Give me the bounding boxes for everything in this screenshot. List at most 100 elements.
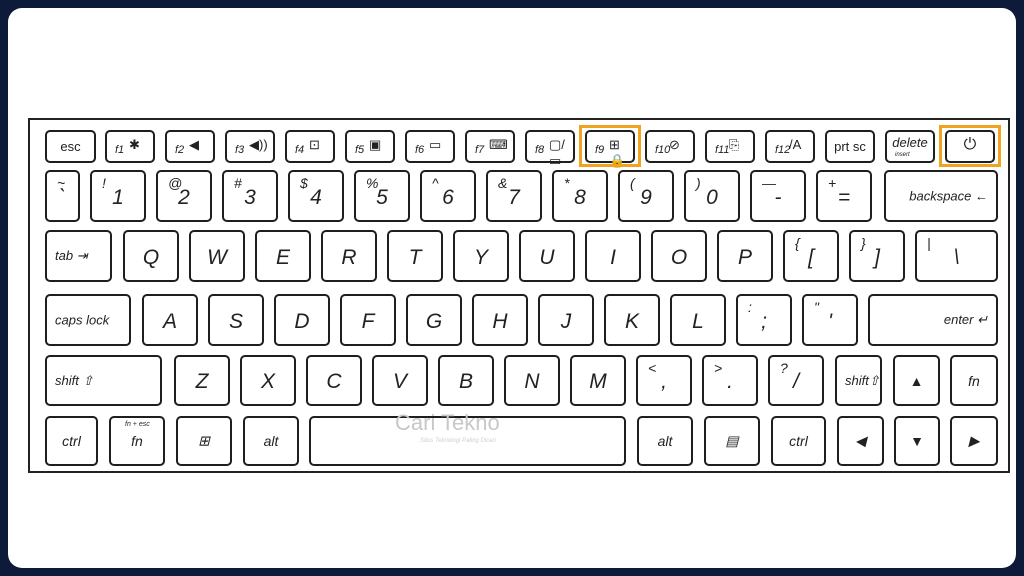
windows-icon[interactable]: ⊞ [176, 416, 232, 466]
key-f3[interactable]: f3 ◀)) [225, 130, 275, 163]
key-k[interactable]: K [604, 294, 660, 346]
key-p[interactable]: P [717, 230, 773, 282]
key-label: 6 [442, 186, 454, 209]
key-backspace[interactable]: backspace ← [884, 170, 998, 222]
key-j[interactable]: J [538, 294, 594, 346]
key-label: - [774, 186, 782, 209]
key-y[interactable]: Y [453, 230, 509, 282]
key-`[interactable]: ` ~ [45, 170, 80, 222]
key-6[interactable]: 6 ^ [420, 170, 476, 222]
key-u[interactable]: U [519, 230, 575, 282]
key-f2[interactable]: f2 ◀ [165, 130, 215, 163]
key-▼[interactable]: ▼ [894, 416, 940, 466]
key-.[interactable]: . > [702, 355, 758, 406]
key-▲[interactable]: ▲ [893, 355, 940, 406]
key-shift-label: # [234, 175, 242, 191]
key-f4[interactable]: f4 ⊡ [285, 130, 335, 163]
key-f10[interactable]: f10 ⊘ [645, 130, 695, 163]
key-delete[interactable]: delete insert [885, 130, 935, 163]
key-f11[interactable]: f11 ⎘ [705, 130, 755, 163]
key-g[interactable]: G [406, 294, 462, 346]
key-d[interactable]: D [274, 294, 330, 346]
key-h[interactable]: H [472, 294, 528, 346]
key-shift[interactable]: shift ⇧ [45, 355, 162, 406]
key-f1[interactable]: f1 ✱ [105, 130, 155, 163]
key-;[interactable]: ;: [736, 294, 792, 346]
key-enter[interactable]: enter ↵ [868, 294, 998, 346]
fn-label: f12 [775, 144, 791, 156]
key-7[interactable]: 7 & [486, 170, 542, 222]
key-0[interactable]: 0) [684, 170, 740, 222]
key-e[interactable]: E [255, 230, 311, 282]
key-c[interactable]: C [306, 355, 362, 406]
key-esc[interactable]: esc [45, 130, 96, 163]
key-q[interactable]: Q [123, 230, 179, 282]
key-shift⇧[interactable]: shift⇧ [835, 355, 882, 406]
key-][interactable]: ]} [849, 230, 905, 282]
key-n[interactable]: N [504, 355, 560, 406]
key-m[interactable]: M [570, 355, 626, 406]
key-i[interactable]: I [585, 230, 641, 282]
key-o[interactable]: O [651, 230, 707, 282]
key-label: enter ↵ [943, 312, 988, 327]
key-/[interactable]: /? [768, 355, 824, 406]
key-◀[interactable]: ◀ [837, 416, 884, 466]
key-'[interactable]: ' " [802, 294, 858, 346]
keyboard-backlight-off-icon: ✱ [129, 137, 140, 152]
key-5[interactable]: 5% [354, 170, 410, 222]
key-1[interactable]: 1! [90, 170, 146, 222]
key-label: Y [473, 246, 488, 269]
key-label: R [341, 246, 357, 269]
key-prt sc[interactable]: prt sc [825, 130, 875, 163]
key-9[interactable]: 9( [618, 170, 674, 222]
key-label: 3 [244, 186, 256, 209]
key-label: shift⇧ [845, 372, 880, 388]
key-f7[interactable]: f7 ⌨ [465, 130, 515, 163]
key-=[interactable]: = + [816, 170, 872, 222]
key-label: K [624, 310, 639, 333]
key-label: 2 [178, 186, 190, 209]
key-2[interactable]: 2 @ [156, 170, 212, 222]
key-label: B [458, 370, 473, 393]
key-f12[interactable]: f12/A [765, 130, 815, 163]
key-[[interactable]: [{ [783, 230, 839, 282]
key-fn[interactable]: fn fn + esc [109, 416, 165, 466]
key-shift-label: $ [300, 175, 308, 191]
key-4[interactable]: 4 $ [288, 170, 344, 222]
key-label: caps lock [55, 312, 110, 328]
key-b[interactable]: B [438, 355, 494, 406]
key-a[interactable]: A [142, 294, 198, 346]
menu-icon[interactable]: ▤ [704, 416, 760, 466]
key-s[interactable]: S [208, 294, 264, 346]
key-w[interactable]: W [189, 230, 245, 282]
key-\[interactable]: \ | [915, 230, 998, 282]
key-caps[interactable]: caps lock [45, 294, 131, 346]
key-r[interactable]: R [321, 230, 377, 282]
key-label: backspace ← [909, 188, 988, 204]
key-shift-label: & [498, 175, 508, 191]
key-8[interactable]: 8 * [552, 170, 608, 222]
key-▶[interactable]: ▶ [950, 416, 998, 466]
key-ctrl[interactable]: ctrl [45, 416, 98, 466]
key-tab[interactable]: tab ⇥ [45, 230, 112, 282]
key-alt[interactable]: alt [243, 416, 299, 466]
key-fn[interactable]: fn [950, 355, 998, 406]
key--[interactable]: - — [750, 170, 806, 222]
highlight-box [579, 125, 641, 167]
key-f8[interactable]: f8 ▢/▭ [525, 130, 575, 168]
fn-label: f2 [175, 144, 185, 156]
brightness-up-icon: ▣ [369, 137, 382, 152]
key-z[interactable]: Z [174, 355, 230, 406]
key-l[interactable]: L [670, 294, 726, 346]
key-f[interactable]: F [340, 294, 396, 346]
key-3[interactable]: 3 # [222, 170, 278, 222]
key-f5[interactable]: f5 ▣ [345, 130, 395, 163]
key-t[interactable]: T [387, 230, 443, 282]
key-alt[interactable]: alt [637, 416, 693, 466]
key-sublabel: fn + esc [125, 421, 150, 428]
key-v[interactable]: V [372, 355, 428, 406]
key-ctrl[interactable]: ctrl [771, 416, 826, 466]
key-f6[interactable]: f6 ▭ [405, 130, 455, 163]
key-x[interactable]: X [240, 355, 296, 406]
key-,[interactable]: , < [636, 355, 692, 406]
